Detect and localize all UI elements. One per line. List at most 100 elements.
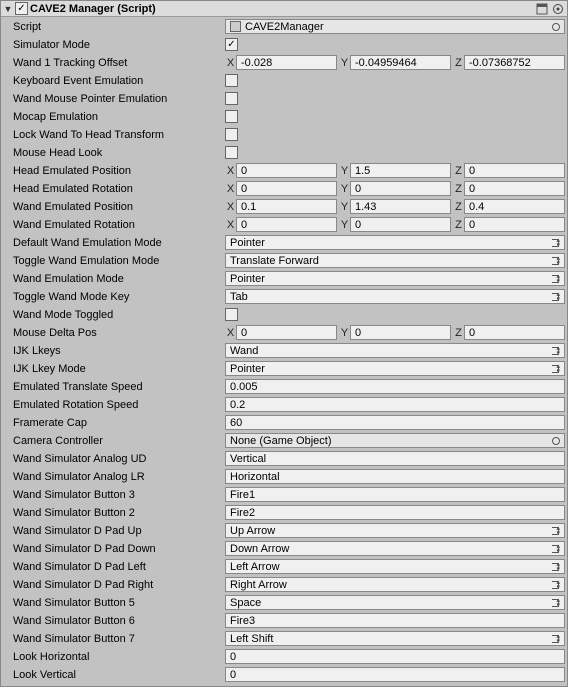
help-icon[interactable] [535, 2, 549, 16]
wand-sim-dpad-left-dropdown[interactable]: Left Arrow▴▾ [225, 559, 565, 574]
wand1-offset-z[interactable]: -0.07368752 [464, 55, 565, 70]
default-wand-emulation-mode-dropdown[interactable]: Pointer▴▾ [225, 235, 565, 250]
toggle-wand-emulation-mode-dropdown[interactable]: Translate Forward▴▾ [225, 253, 565, 268]
head-emu-pos-y[interactable]: 1.5 [350, 163, 451, 178]
enable-checkbox[interactable]: ✓ [15, 2, 28, 15]
prop-label: Head Emulated Rotation [3, 183, 225, 195]
prop-label: IJK Lkey Mode [3, 363, 225, 375]
prop-label: Wand Simulator D Pad Down [3, 543, 225, 555]
prop-label: Look Horizontal [3, 651, 225, 663]
prop-label: Framerate Cap [3, 417, 225, 429]
prop-label: Lock Wand To Head Transform [3, 129, 225, 141]
prop-label: Toggle Wand Emulation Mode [3, 255, 225, 267]
gear-icon[interactable] [551, 2, 565, 16]
head-emu-rot-y[interactable]: 0 [350, 181, 451, 196]
ijk-lkeys-dropdown[interactable]: Wand▴▾ [225, 343, 565, 358]
lock-wand-head-checkbox[interactable] [225, 128, 238, 141]
wand-sim-dpad-down-dropdown[interactable]: Down Arrow▴▾ [225, 541, 565, 556]
wand-sim-btn5-dropdown[interactable]: Space▴▾ [225, 595, 565, 610]
property-rows: Script CAVE2Manager Simulator Mode✓ Wand… [1, 17, 567, 686]
wand-emu-pos-x[interactable]: 0.1 [236, 199, 337, 214]
dropdown-arrows-icon: ▴▾ [556, 526, 560, 536]
prop-label: Mouse Head Look [3, 147, 225, 159]
component-panel: ▼ ✓ CAVE2 Manager (Script) Script CAVE2M… [0, 0, 568, 687]
component-title: CAVE2 Manager (Script) [30, 3, 533, 15]
axis-x-label: X [225, 57, 236, 69]
wand-mouse-pointer-emulation-checkbox[interactable] [225, 92, 238, 105]
look-horizontal-input[interactable]: 0 [225, 649, 565, 664]
prop-label: Wand Emulated Position [3, 201, 225, 213]
wand-sim-dpad-right-dropdown[interactable]: Right Arrow▴▾ [225, 577, 565, 592]
mouse-head-look-checkbox[interactable] [225, 146, 238, 159]
prop-label: Wand 1 Tracking Offset [3, 57, 225, 69]
prop-label: Wand Simulator Analog LR [3, 471, 225, 483]
prop-label: Wand Simulator D Pad Up [3, 525, 225, 537]
dropdown-arrows-icon: ▴▾ [556, 598, 560, 608]
vector3-field: X-0.028 Y-0.04959464 Z-0.07368752 [225, 55, 565, 70]
wand-emu-pos-z[interactable]: 0.4 [464, 199, 565, 214]
dropdown-arrows-icon: ▴▾ [556, 580, 560, 590]
prop-label: Wand Emulated Rotation [3, 219, 225, 231]
script-label: Script [3, 21, 225, 33]
object-picker-icon[interactable] [552, 437, 560, 445]
mouse-delta-z[interactable]: 0 [464, 325, 565, 340]
dropdown-arrows-icon: ▴▾ [556, 256, 560, 266]
framerate-cap-input[interactable]: 60 [225, 415, 565, 430]
dropdown-arrows-icon: ▴▾ [556, 238, 560, 248]
look-vertical-input[interactable]: 0 [225, 667, 565, 682]
wand-emulation-mode-dropdown[interactable]: Pointer▴▾ [225, 271, 565, 286]
head-emu-rot-z[interactable]: 0 [464, 181, 565, 196]
prop-label: Wand Simulator Analog UD [3, 453, 225, 465]
dropdown-arrows-icon: ▴▾ [556, 562, 560, 572]
wand-emu-rot-x[interactable]: 0 [236, 217, 337, 232]
simulator-mode-checkbox[interactable]: ✓ [225, 38, 238, 51]
script-value: CAVE2Manager [245, 21, 324, 33]
prop-label: Head Emulated Position [3, 165, 225, 177]
wand-sim-btn6-input[interactable]: Fire3 [225, 613, 565, 628]
wand-emu-rot-y[interactable]: 0 [350, 217, 451, 232]
mouse-delta-y[interactable]: 0 [350, 325, 451, 340]
dropdown-arrows-icon: ▴▾ [556, 364, 560, 374]
dropdown-arrows-icon: ▴▾ [556, 634, 560, 644]
wand-sim-btn2-input[interactable]: Fire2 [225, 505, 565, 520]
wand-emu-rot-z[interactable]: 0 [464, 217, 565, 232]
wand-sim-dpad-up-dropdown[interactable]: Up Arrow▴▾ [225, 523, 565, 538]
mocap-emulation-checkbox[interactable] [225, 110, 238, 123]
camera-controller-field[interactable]: None (Game Object) [225, 433, 565, 448]
prop-label: Wand Simulator Button 3 [3, 489, 225, 501]
head-emu-pos-z[interactable]: 0 [464, 163, 565, 178]
wand-sim-btn7-dropdown[interactable]: Left Shift▴▾ [225, 631, 565, 646]
mouse-delta-x[interactable]: 0 [236, 325, 337, 340]
prop-label: Wand Mode Toggled [3, 309, 225, 321]
prop-label: Keyboard Event Emulation [3, 75, 225, 87]
head-emu-pos-x[interactable]: 0 [236, 163, 337, 178]
head-emu-rot-x[interactable]: 0 [236, 181, 337, 196]
prop-label: Wand Simulator Button 6 [3, 615, 225, 627]
wand1-offset-x[interactable]: -0.028 [236, 55, 337, 70]
prop-label: Default Wand Emulation Mode [3, 237, 225, 249]
prop-label: Toggle Wand Mode Key [3, 291, 225, 303]
foldout-icon[interactable]: ▼ [3, 4, 13, 14]
emulated-translate-speed-input[interactable]: 0.005 [225, 379, 565, 394]
prop-label: Wand Mouse Pointer Emulation [3, 93, 225, 105]
wand-emu-pos-y[interactable]: 1.43 [350, 199, 451, 214]
axis-y-label: Y [339, 57, 350, 69]
script-field[interactable]: CAVE2Manager [225, 19, 565, 34]
prop-label: Emulated Rotation Speed [3, 399, 225, 411]
prop-label: Wand Emulation Mode [3, 273, 225, 285]
wand-mode-toggled-checkbox[interactable] [225, 308, 238, 321]
ijk-lkey-mode-dropdown[interactable]: Pointer▴▾ [225, 361, 565, 376]
keyboard-event-emulation-checkbox[interactable] [225, 74, 238, 87]
axis-z-label: Z [453, 57, 464, 69]
prop-label: Wand Simulator Button 7 [3, 633, 225, 645]
toggle-wand-mode-key-dropdown[interactable]: Tab▴▾ [225, 289, 565, 304]
emulated-rotation-speed-input[interactable]: 0.2 [225, 397, 565, 412]
component-header[interactable]: ▼ ✓ CAVE2 Manager (Script) [1, 1, 567, 17]
dropdown-arrows-icon: ▴▾ [556, 544, 560, 554]
object-picker-icon[interactable] [552, 23, 560, 31]
wand-sim-btn3-input[interactable]: Fire1 [225, 487, 565, 502]
wand1-offset-y[interactable]: -0.04959464 [350, 55, 451, 70]
wand-sim-analog-lr-input[interactable]: Horizontal [225, 469, 565, 484]
wand-sim-analog-ud-input[interactable]: Vertical [225, 451, 565, 466]
prop-label: Wand Simulator Button 5 [3, 597, 225, 609]
